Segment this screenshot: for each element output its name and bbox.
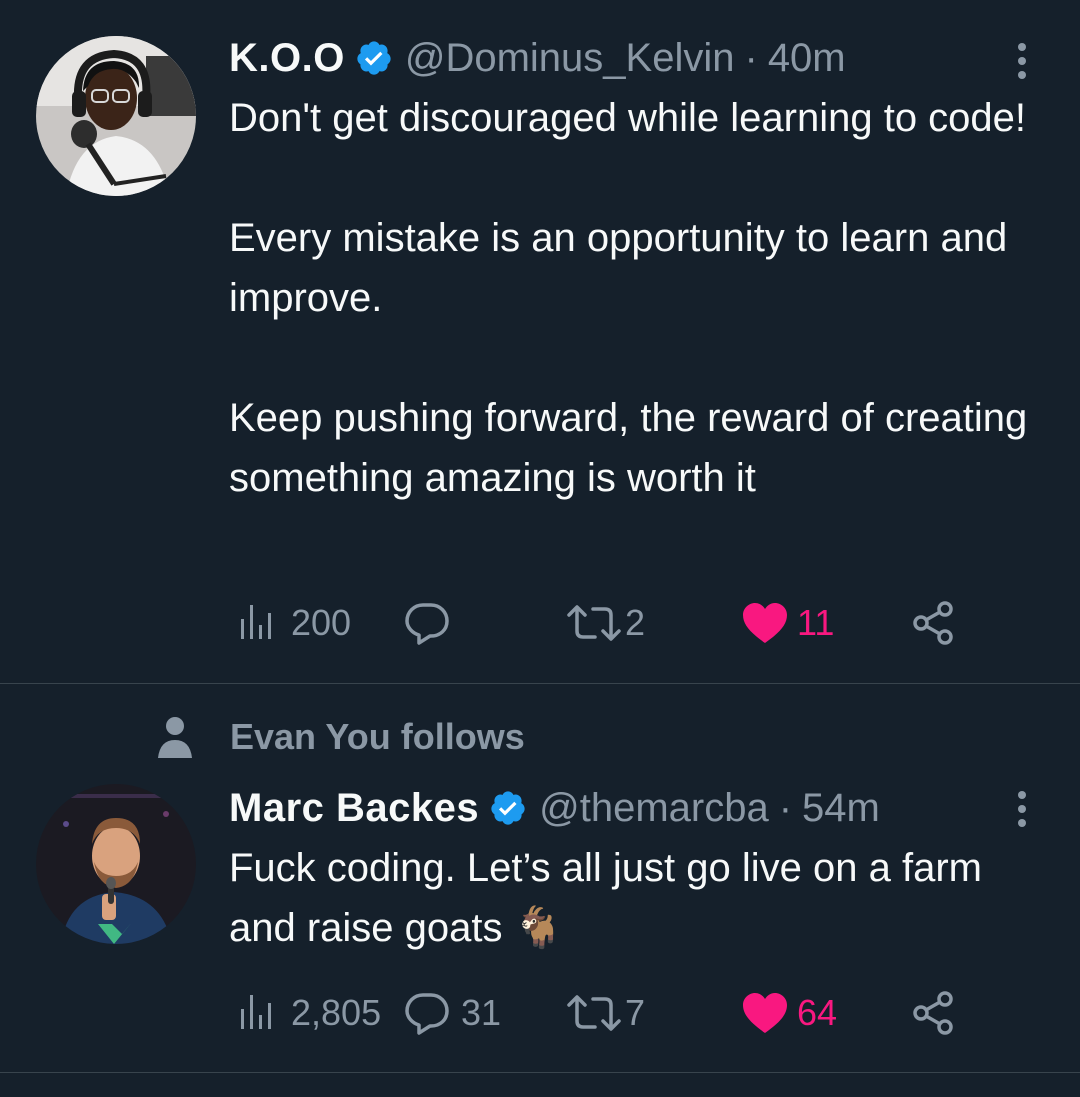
timestamp[interactable]: 54m — [802, 786, 880, 831]
avatar[interactable] — [36, 784, 196, 944]
views-count: 200 — [291, 602, 352, 643]
verified-badge-icon — [355, 39, 393, 77]
reply-count: 31 — [461, 992, 502, 1033]
reply-icon — [403, 991, 451, 1035]
tweet-paragraph: Keep pushing forward, the reward of crea… — [229, 396, 1028, 500]
timestamp[interactable]: 40m — [768, 36, 846, 81]
separator: · — [744, 35, 758, 80]
views-button[interactable]: 200 — [237, 598, 351, 648]
heart-filled-icon — [741, 991, 789, 1035]
retweet-count: 7 — [625, 992, 646, 1033]
display-name[interactable]: Marc Backes — [229, 786, 479, 831]
reply-button[interactable] — [403, 598, 451, 648]
more-options-icon[interactable] — [1004, 784, 1040, 834]
tweet-text: Fuck coding. Let’s all just go live on a… — [229, 838, 1049, 958]
tweet-paragraph: Every mistake is an opportunity to learn… — [229, 216, 1008, 320]
retweet-icon — [565, 601, 623, 645]
like-button[interactable]: 11 — [741, 598, 834, 648]
action-bar: 2,805 31 7 64 — [229, 988, 989, 1038]
tweet-paragraph: Don't get discouraged while learning to … — [229, 96, 1027, 140]
tweet-header: Marc Backes @themarcba · 54m — [229, 783, 880, 833]
heart-filled-icon — [741, 601, 789, 645]
tweet[interactable]: Evan You follows Marc Backes @themarcba … — [0, 684, 1080, 1073]
share-button[interactable] — [909, 988, 957, 1038]
social-context: Evan You follows — [150, 712, 525, 762]
views-count: 2,805 — [291, 992, 382, 1033]
handle[interactable]: @Dominus_Kelvin — [405, 36, 735, 81]
tweet-header: K.O.O @Dominus_Kelvin · 40m — [229, 33, 846, 83]
views-icon — [237, 991, 281, 1035]
retweet-button[interactable]: 2 — [565, 598, 645, 648]
views-button[interactable]: 2,805 — [237, 988, 381, 1038]
avatar[interactable] — [36, 36, 196, 196]
share-icon — [909, 599, 957, 647]
more-options-icon[interactable] — [1004, 36, 1040, 86]
like-count: 11 — [797, 602, 835, 643]
retweet-button[interactable]: 7 — [565, 988, 645, 1038]
separator: · — [778, 785, 793, 830]
display-name[interactable]: K.O.O — [229, 36, 345, 81]
reply-button[interactable]: 31 — [403, 988, 501, 1038]
tweet-text: Don't get discouraged while learning to … — [229, 88, 1049, 508]
like-count: 64 — [797, 992, 838, 1033]
tweet-paragraph: Fuck coding. Let’s all just go live on a… — [229, 846, 982, 950]
tweet[interactable]: K.O.O @Dominus_Kelvin · 40m Don't get di… — [0, 0, 1080, 684]
social-context-label[interactable]: Evan You follows — [230, 716, 525, 758]
like-button[interactable]: 64 — [741, 988, 837, 1038]
verified-badge-icon — [489, 789, 527, 827]
retweet-icon — [565, 991, 623, 1035]
action-bar: 200 2 11 — [229, 598, 989, 648]
person-icon — [150, 712, 200, 762]
share-button[interactable] — [909, 598, 957, 648]
reply-icon — [403, 601, 451, 645]
views-icon — [237, 601, 281, 645]
retweet-count: 2 — [625, 602, 646, 643]
share-icon — [909, 989, 957, 1037]
handle[interactable]: @themarcba — [539, 786, 769, 831]
